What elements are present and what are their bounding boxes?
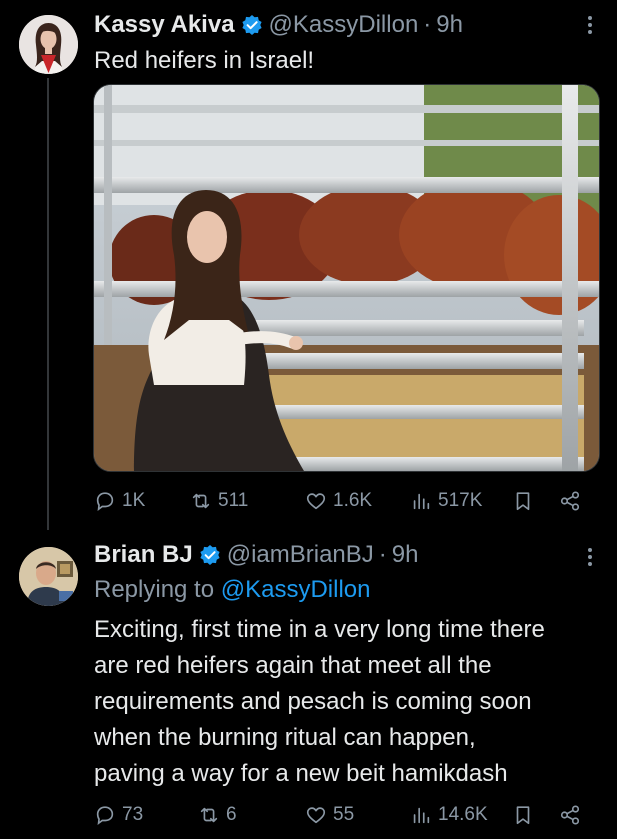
views-chart-icon	[413, 807, 430, 824]
like-button[interactable]: 55	[305, 804, 354, 826]
share-icon[interactable]	[559, 490, 581, 512]
like-count: 1.6K	[333, 490, 373, 511]
repost-count: 511	[218, 490, 249, 511]
tweet-text: Red heifers in Israel!	[94, 47, 315, 74]
reply-author-handle[interactable]: @iamBrianBJ	[227, 541, 374, 569]
author-handle[interactable]: @KassyDillon	[269, 11, 419, 39]
tweet-header: Kassy Akiva @KassyDillon · 9h	[94, 8, 463, 42]
tweet-actions: 1K 511 1.6K 517K	[94, 486, 594, 516]
repost-count: 6	[226, 804, 237, 825]
share-icon[interactable]	[559, 804, 581, 826]
more-options-icon[interactable]	[587, 546, 593, 568]
repost-icon	[200, 807, 218, 823]
more-options-icon[interactable]	[587, 14, 593, 36]
reply-count: 73	[122, 804, 144, 825]
avatar[interactable]	[19, 15, 78, 74]
author-name[interactable]: Kassy Akiva	[94, 11, 235, 39]
thread-connector-line	[47, 78, 49, 530]
reply-button[interactable]: 1K	[94, 490, 145, 512]
repost-button[interactable]: 6	[198, 804, 237, 826]
reply-timestamp[interactable]: 9h	[392, 541, 419, 569]
separator-dot: ·	[378, 541, 387, 568]
repost-icon	[192, 493, 210, 509]
bookmark-icon[interactable]	[512, 490, 534, 512]
avatar-image	[19, 15, 78, 74]
reply-author-name[interactable]: Brian BJ	[94, 541, 193, 569]
reply-icon	[96, 492, 114, 512]
views-count: 14.6K	[438, 804, 488, 825]
reply-text-line: paving a way for a new beit hamikdash	[94, 760, 508, 787]
views-chart-icon	[413, 493, 430, 510]
photo-illustration	[94, 85, 599, 471]
reply-text-line: Exciting, first time in a very long time…	[94, 616, 545, 643]
reply-text-line: requirements and pesach is coming soon	[94, 688, 532, 715]
verified-badge-icon	[200, 545, 220, 565]
verified-badge-icon	[241, 15, 262, 35]
reply-icon	[96, 806, 114, 826]
views-button[interactable]: 517K	[410, 490, 482, 512]
repost-button[interactable]: 511	[190, 490, 248, 512]
reply-text-line: are red heifers again that meet all the	[94, 652, 492, 679]
like-button[interactable]: 1.6K	[305, 490, 372, 512]
replying-to-prefix: Replying to	[94, 576, 215, 603]
reply-avatar-image	[19, 547, 78, 606]
reply-button[interactable]: 73	[94, 804, 143, 826]
bookmark-icon[interactable]	[512, 804, 534, 826]
timestamp[interactable]: 9h	[436, 11, 463, 39]
reply-avatar[interactable]	[19, 547, 78, 606]
reply-count: 1K	[122, 490, 146, 511]
reply-text: Exciting, first time in a very long time…	[94, 612, 609, 792]
reply-actions: 73 6 55 14.6K	[94, 800, 594, 830]
replying-to-link[interactable]: @KassyDillon	[221, 576, 371, 603]
reply-header: Brian BJ @iamBrianBJ · 9h	[94, 538, 418, 572]
like-count: 55	[333, 804, 355, 825]
reply-text-line: when the burning ritual can happen,	[94, 724, 476, 751]
separator-dot: ·	[423, 11, 432, 38]
heart-icon	[306, 807, 326, 824]
heart-icon	[306, 493, 326, 510]
views-count: 517K	[438, 490, 483, 511]
tweet-photo[interactable]	[93, 84, 600, 472]
views-button[interactable]: 14.6K	[410, 804, 488, 826]
replying-to: Replying to @KassyDillon	[94, 572, 371, 608]
